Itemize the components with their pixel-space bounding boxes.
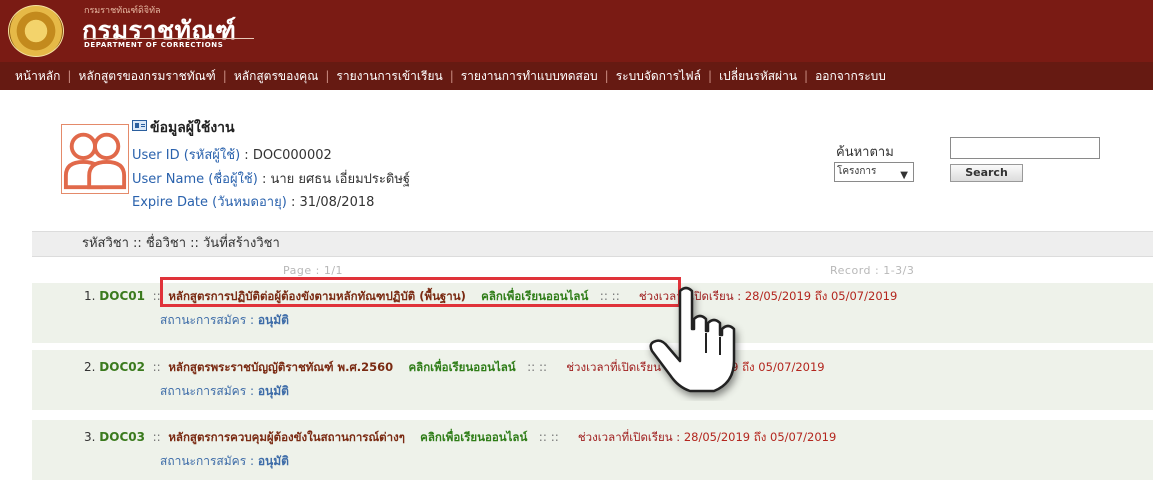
status-label: สถานะการสมัคร : [160,454,254,468]
period-dates: 28/05/2019 ถึง 05/07/2019 [744,289,898,303]
page-indicator: Page : 1/1 [283,264,344,277]
nav-logout[interactable]: ออกจากระบบ [808,67,893,86]
course-list-header: รหัสวิชา :: ชื่อวิชา :: วันที่สร้างวิชา [32,231,1153,257]
user-id-row: User ID (รหัสผู้ใช้) : DOC000002 [132,144,332,165]
user-name-label: User Name (ชื่อผู้ใช้) [132,172,258,187]
id-card-icon [132,120,147,131]
hand-pointer-icon [640,283,752,401]
highlight-box [160,277,681,307]
user-name-row: User Name (ชื่อผู้ใช้) : นาย ยศธน เอี่ยม… [132,168,410,189]
course-code: DOC01 [99,289,145,303]
period-dates: 28/05/2019 ถึง 05/07/2019 [683,430,837,444]
course-code: DOC03 [99,430,145,444]
nav-test-report[interactable]: รายงานการทำแบบทดสอบ [454,67,605,86]
status-label: สถานะการสมัคร : [160,384,254,398]
separator: :: [148,430,165,444]
search-button[interactable]: Search [950,164,1023,182]
separator: :: :: [519,360,563,374]
course-number: 3. [84,430,96,444]
user-id-value: : DOC000002 [240,148,332,163]
separator: :: :: [531,430,575,444]
user-id-label: User ID (รหัสผู้ใช้) [132,148,241,163]
status-value: อนุมัติ [257,384,289,398]
nav-file-manager[interactable]: ระบบจัดการไฟล์ [609,67,708,86]
enrollment-status: สถานะการสมัคร : อนุมัติ [160,382,289,401]
search-type-select[interactable]: โครงการ ▼ [834,162,914,182]
course-code: DOC02 [99,360,145,374]
header-banner: กรมราชทัณฑ์ดิจิทัล กรมราชทัณฑ์ DEPARTMEN… [0,0,1153,62]
expire-date-value: : 31/08/2018 [286,195,375,210]
chevron-down-icon: ▼ [900,170,908,181]
separator: :: [148,360,165,374]
status-value: อนุมัติ [257,313,289,327]
course-row: 2. DOC02 :: หลักสูตรพระราชบัญญัติราชทัณฑ… [32,350,1153,410]
course-line: 3. DOC03 :: หลักสูตรการควบคุมผู้ต้องขังใ… [84,429,836,447]
search-input[interactable] [950,137,1100,159]
status-label: สถานะการสมัคร : [160,313,254,327]
expire-date-label: Expire Date (วันหมดอายุ) [132,195,287,210]
status-value: อนุมัติ [257,454,289,468]
enrollment-status: สถานะการสมัคร : อนุมัติ [160,452,289,471]
main-nav: หน้าหลัก | หลักสูตรของกรมราชทัณฑ์ | หลัก… [0,62,1153,90]
nav-department-courses[interactable]: หลักสูตรของกรมราชทัณฑ์ [71,67,222,86]
org-divider [84,38,254,39]
department-seal-icon [8,5,64,57]
record-indicator: Record : 1-3/3 [830,264,915,277]
course-name[interactable]: หลักสูตรพระราชบัญญัติราชทัณฑ์ พ.ศ.2560 [168,360,393,374]
learn-online-link[interactable]: คลิกเพื่อเรียนออนไลน์ [420,430,527,444]
course-period: ช่วงเวลาที่เปิดเรียน : 28/05/2019 ถึง 05… [578,430,836,444]
nav-attendance-report[interactable]: รายงานการเข้าเรียน [329,67,449,86]
search-type-value: โครงการ [837,166,877,177]
nav-my-courses[interactable]: หลักสูตรของคุณ [227,67,326,86]
users-icon [61,124,129,194]
org-english-name: DEPARTMENT OF CORRECTIONS [84,41,224,49]
learn-online-link[interactable]: คลิกเพื่อเรียนออนไลน์ [408,360,515,374]
nav-home[interactable]: หน้าหลัก [8,67,67,86]
enrollment-status: สถานะการสมัคร : อนุมัติ [160,311,289,330]
course-number: 1. [84,289,96,303]
search-label: ค้นหาตาม [836,145,894,160]
nav-change-password[interactable]: เปลี่ยนรหัสผ่าน [712,67,804,86]
expire-date-row: Expire Date (วันหมดอายุ) : 31/08/2018 [132,191,374,212]
user-info-title: ข้อมูลผู้ใช้งาน [150,120,235,136]
course-name[interactable]: หลักสูตรการควบคุมผู้ต้องขังในสถานการณ์ต่… [168,430,405,444]
course-number: 2. [84,360,96,374]
user-name-value: : นาย ยศธน เอี่ยมประดิษฐ์ [257,172,411,187]
course-row: 3. DOC03 :: หลักสูตรการควบคุมผู้ต้องขังใ… [32,420,1153,480]
period-label: ช่วงเวลาที่เปิดเรียน : [577,430,681,444]
